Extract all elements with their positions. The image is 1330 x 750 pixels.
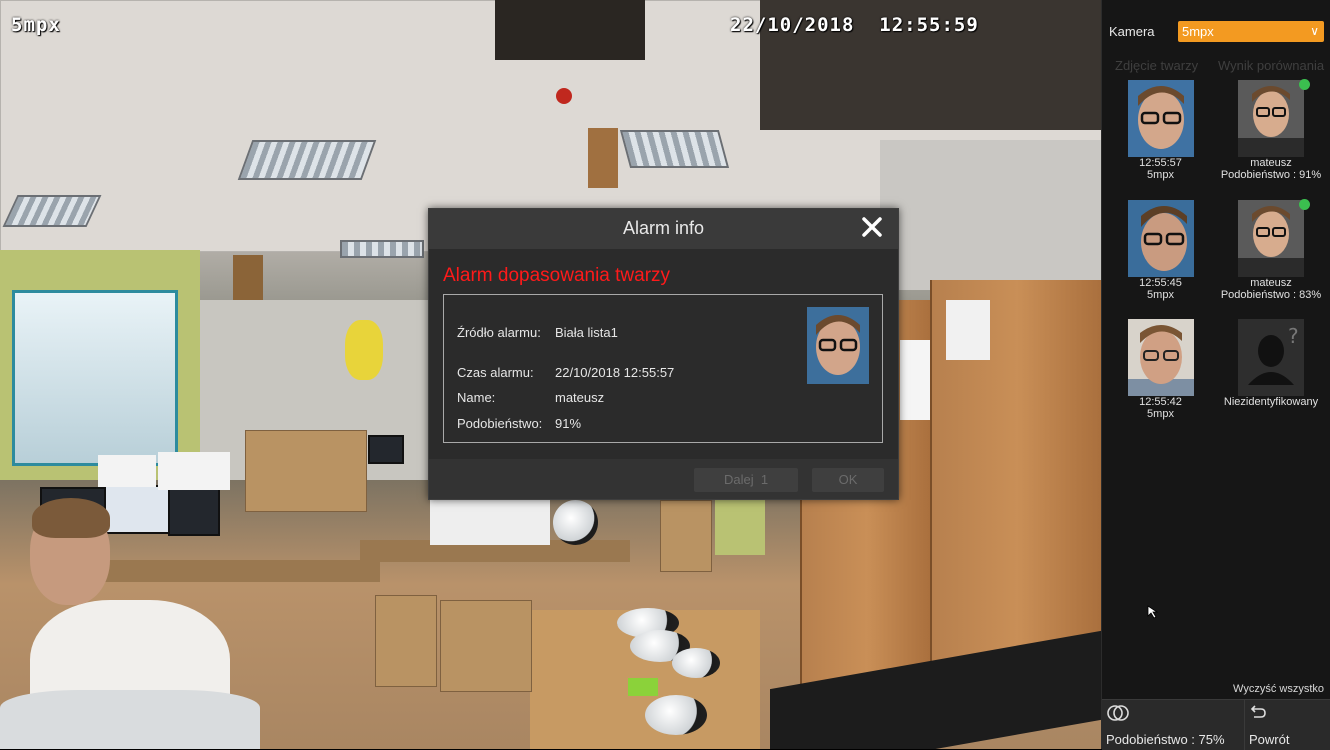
unidentified-label: Niezidentyfikowany xyxy=(1223,396,1319,408)
camera-label: Kamera xyxy=(1109,24,1155,39)
match-check-icon xyxy=(1299,199,1310,210)
similarity-row: Podobieństwo: 91% xyxy=(457,416,581,431)
dialog-footer: Dalej 1 OK xyxy=(429,459,898,499)
ceiling-lamp xyxy=(2,195,102,227)
alarm-info-dialog: Alarm info Alarm dopasowania twarzy Źród… xyxy=(428,208,899,500)
comparison-result-2[interactable]: mateusz Podobieństwo : 83% xyxy=(1213,199,1329,301)
match-check-icon xyxy=(1299,79,1310,90)
alarm-details: Źródło alarmu: Biała lista1 Czas alarmu: 2… xyxy=(443,294,883,443)
face-capture-image xyxy=(1127,200,1194,277)
face-capture-image xyxy=(1127,319,1194,396)
comparison-result-3[interactable]: ? Niezidentyfikowany xyxy=(1213,319,1329,408)
cardboard-box xyxy=(440,600,532,692)
face-capture-image xyxy=(1127,80,1194,157)
face-capture-1[interactable]: 12:55:57 5mpx xyxy=(1118,80,1203,181)
mascot-balloon xyxy=(345,320,383,380)
back-arrow-icon xyxy=(1250,705,1266,718)
equipment-rack xyxy=(880,140,1101,290)
next-count: 1 xyxy=(760,472,769,487)
ceiling-lamp xyxy=(340,240,424,258)
match-similarity: Podobieństwo : 83% xyxy=(1220,289,1322,301)
comparison-result-1[interactable]: mateusz Podobieństwo : 91% xyxy=(1213,79,1329,181)
ok-button[interactable]: OK xyxy=(812,468,884,492)
next-label: Dalej xyxy=(723,472,754,487)
dialog-header: Alarm info xyxy=(429,209,898,249)
dome-camera xyxy=(645,695,707,735)
unknown-person-icon: ? xyxy=(1238,319,1304,396)
matched-face-image xyxy=(1238,79,1310,157)
similarity-threshold-button[interactable]: Podobieństwo : 75% xyxy=(1102,700,1244,750)
capture-time: 12:55:42 xyxy=(1139,396,1182,408)
monitor xyxy=(168,487,220,536)
box-white xyxy=(98,455,156,487)
match-similarity: Podobieństwo : 91% xyxy=(1220,169,1322,181)
similarity-icon xyxy=(1107,705,1129,721)
name-label: Name: xyxy=(457,390,496,405)
osd-camera-name: 5mpx xyxy=(11,14,61,36)
next-button[interactable]: Dalej 1 xyxy=(694,468,798,492)
mouse-pointer-icon xyxy=(1147,605,1159,624)
column-comparison-result: Wynik porównania xyxy=(1218,58,1325,73)
dome-camera xyxy=(672,648,720,678)
back-button[interactable]: Powrót xyxy=(1244,700,1330,750)
alarm-source-row: Źródło alarmu: Biała lista1 xyxy=(457,325,618,340)
alarm-siren xyxy=(556,88,572,104)
name-value: mateusz xyxy=(555,390,605,405)
paper-note xyxy=(946,300,990,360)
chevron-down-icon: ∨ xyxy=(1310,24,1319,38)
alarm-heading: Alarm dopasowania twarzy xyxy=(443,265,671,286)
monitor xyxy=(104,485,170,534)
desk xyxy=(100,560,380,582)
matched-name: mateusz xyxy=(1250,157,1292,169)
capture-camera: 5mpx xyxy=(1147,289,1174,301)
similarity-threshold-label: Podobieństwo : 75% xyxy=(1106,732,1225,747)
alarm-time-value: 22/10/2018 12:55:57 xyxy=(555,365,675,380)
green-device xyxy=(628,678,658,696)
similarity-label: Podobieństwo: xyxy=(457,416,543,431)
cardboard-box xyxy=(375,595,437,687)
foreground-object xyxy=(0,690,260,749)
similarity-value: 91% xyxy=(555,416,582,431)
osd-datetime: 22/10/2018 12:55:59 xyxy=(730,14,979,36)
box-white xyxy=(158,452,230,490)
panel-bottom-bar: Podobieństwo : 75% Powrót xyxy=(1102,699,1330,750)
back-label: Powrót xyxy=(1249,732,1290,747)
ceiling-lamp xyxy=(619,130,730,168)
person-hair xyxy=(32,498,110,538)
cardboard-box xyxy=(660,500,712,572)
matched-name: mateusz xyxy=(1250,277,1292,289)
paper-note xyxy=(900,340,930,420)
alarm-time-row: Czas alarmu: 22/10/2018 12:55:57 xyxy=(457,365,674,380)
cardboard-box xyxy=(245,430,367,512)
name-row: Name: mateusz xyxy=(457,390,604,405)
face-recognition-panel: Kamera 5mpx ∨ Zdjęcie twarzy Wynik porów… xyxy=(1101,0,1330,750)
column-face-capture: Zdjęcie twarzy xyxy=(1115,58,1199,73)
alarm-source-label: Źródło alarmu: xyxy=(457,325,541,340)
ceiling-opening xyxy=(495,0,645,60)
capture-camera: 5mpx xyxy=(1147,169,1174,181)
capture-time: 12:55:45 xyxy=(1139,277,1182,289)
face-capture-3[interactable]: 12:55:42 5mpx xyxy=(1118,319,1203,420)
door xyxy=(715,495,765,555)
camera-select[interactable]: 5mpx ∨ xyxy=(1178,21,1324,42)
clear-all-button[interactable]: Wyczyść wszystko xyxy=(1233,683,1324,695)
face-capture-2[interactable]: 12:55:45 5mpx xyxy=(1118,200,1203,301)
capture-camera: 5mpx xyxy=(1147,408,1174,420)
ceiling-beam xyxy=(588,128,618,188)
face-snapshot xyxy=(807,307,869,384)
svg-text:?: ? xyxy=(1288,324,1299,348)
monitor xyxy=(368,435,404,464)
box-white xyxy=(430,500,550,545)
camera-select-value: 5mpx xyxy=(1182,24,1214,39)
matched-face-image xyxy=(1238,199,1310,277)
close-icon[interactable] xyxy=(860,215,884,239)
window xyxy=(12,290,178,466)
capture-time: 12:55:57 xyxy=(1139,157,1182,169)
dome-camera xyxy=(553,500,598,545)
dialog-title: Alarm info xyxy=(622,218,705,238)
ceiling-lamp xyxy=(237,140,377,180)
alarm-time-label: Czas alarmu: xyxy=(457,365,534,380)
alarm-source-value: Biała lista1 xyxy=(555,325,618,340)
